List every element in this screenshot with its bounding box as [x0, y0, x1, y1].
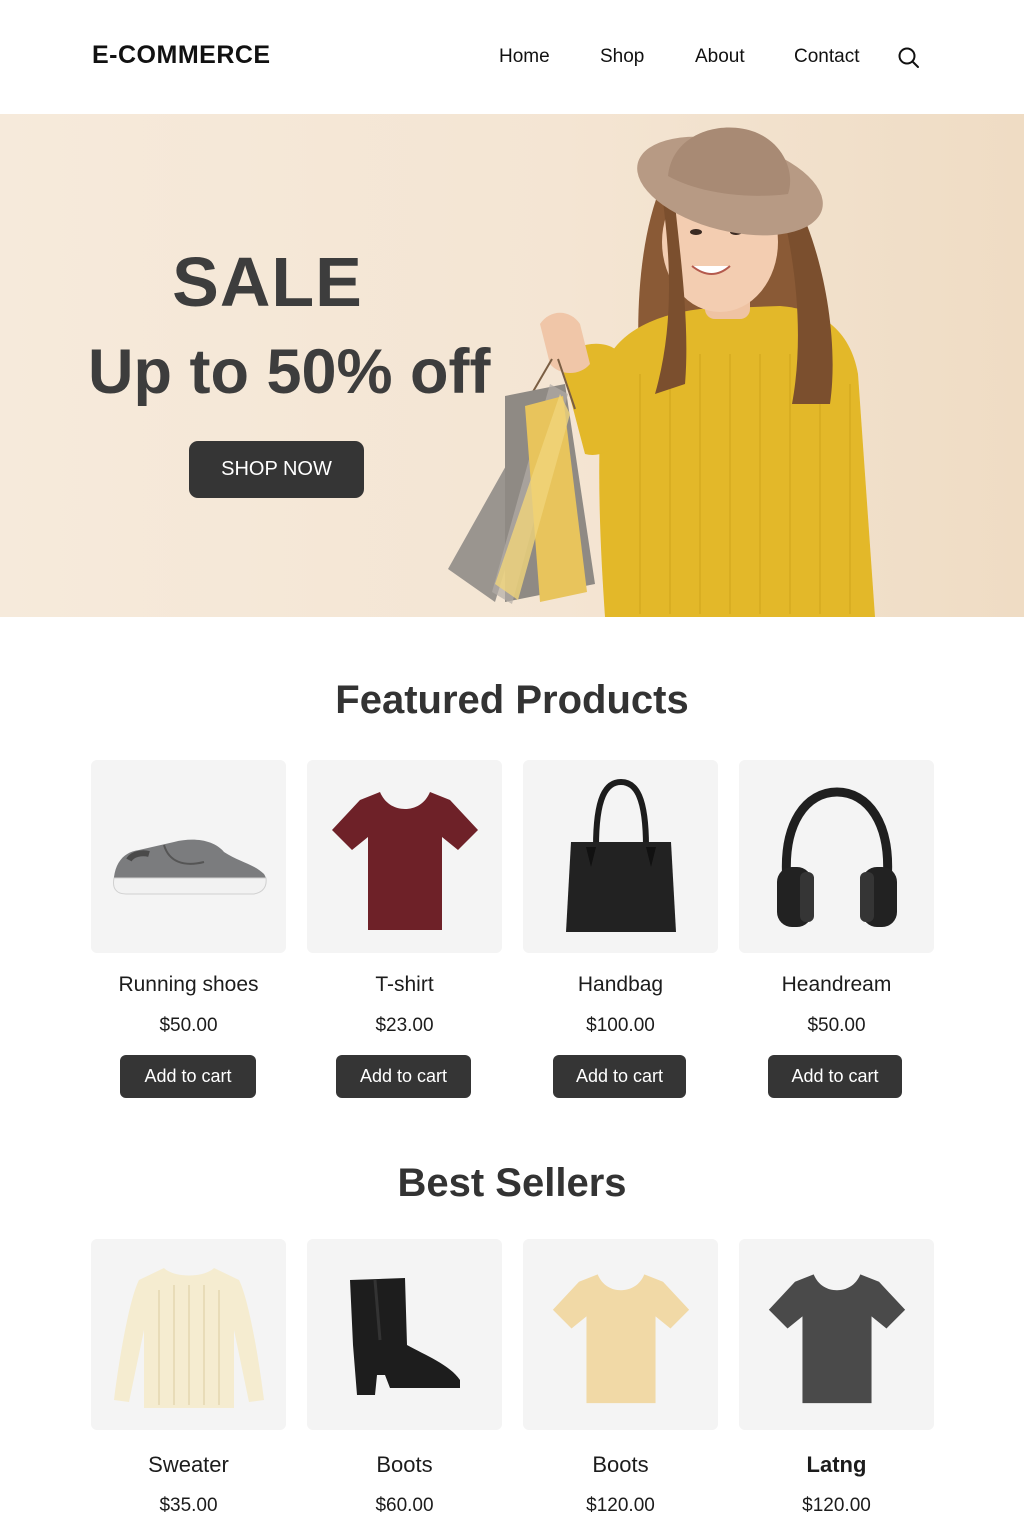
boot-icon — [349, 1277, 460, 1395]
product-image[interactable] — [91, 760, 286, 953]
nav-shop[interactable]: Shop — [600, 46, 644, 68]
product-card[interactable]: Latng $120.00 — [739, 1239, 934, 1516]
site-header: E-COMMERCE Home Shop About Contact — [0, 0, 1024, 114]
product-card[interactable]: Boots $60.00 — [307, 1239, 502, 1516]
featured-products-title: Featured Products — [335, 678, 689, 722]
best-sellers-title: Best Sellers — [397, 1161, 627, 1205]
product-card[interactable]: Sweater $35.00 — [91, 1239, 286, 1516]
product-image[interactable] — [91, 1239, 286, 1430]
product-name[interactable]: Latng — [739, 1452, 934, 1478]
tshirt-icon — [331, 791, 478, 930]
product-image[interactable] — [523, 1239, 718, 1430]
product-image[interactable] — [307, 760, 502, 953]
nav-about[interactable]: About — [695, 46, 745, 68]
product-name[interactable]: Running shoes — [91, 973, 286, 997]
sweater-icon — [113, 1267, 264, 1408]
product-price: $60.00 — [375, 1495, 434, 1516]
product-price: $120.00 — [802, 1495, 871, 1516]
product-price: $50.00 — [807, 1015, 866, 1036]
tshirt-icon — [552, 1273, 689, 1403]
product-image[interactable] — [523, 760, 718, 953]
nav-home[interactable]: Home — [499, 46, 550, 68]
tshirt-icon — [768, 1273, 905, 1403]
sneaker-icon — [112, 839, 267, 894]
product-name[interactable]: Sweater — [91, 1452, 286, 1478]
product-price: $23.00 — [375, 1015, 434, 1036]
hero-model-image — [448, 127, 875, 617]
product-price: $50.00 — [159, 1015, 218, 1036]
handbag-icon — [565, 778, 676, 932]
product-card[interactable]: Running shoes $50.00 Add to cart — [91, 760, 286, 1098]
headphones-icon — [776, 786, 897, 927]
hero-banner: SALE Up to 50% off SHOP NOW — [0, 114, 1024, 617]
product-card[interactable]: Boots $120.00 — [523, 1239, 718, 1516]
product-name[interactable]: Handbag — [523, 973, 718, 997]
product-price: $35.00 — [159, 1495, 218, 1516]
product-card[interactable]: T-shirt $23.00 Add to cart — [307, 760, 502, 1098]
shop-now-button[interactable]: SHOP NOW — [189, 441, 364, 498]
nav-contact[interactable]: Contact — [794, 46, 859, 68]
add-to-cart-button[interactable]: Add to cart — [336, 1055, 471, 1098]
main-nav: Home Shop About Contact — [0, 46, 1024, 72]
product-price: $100.00 — [586, 1015, 655, 1036]
product-image[interactable] — [739, 760, 934, 953]
product-card[interactable]: Heandream $50.00 Add to cart — [739, 760, 934, 1098]
add-to-cart-button[interactable]: Add to cart — [768, 1055, 902, 1098]
search-button[interactable] — [896, 45, 922, 71]
add-to-cart-button[interactable]: Add to cart — [553, 1055, 686, 1098]
product-name[interactable]: Boots — [523, 1452, 718, 1478]
product-name[interactable]: Heandream — [739, 973, 934, 997]
search-icon — [898, 47, 919, 68]
product-image[interactable] — [307, 1239, 502, 1430]
product-name[interactable]: T-shirt — [307, 973, 502, 997]
product-card[interactable]: Handbag $100.00 Add to cart — [523, 760, 718, 1098]
product-image[interactable] — [739, 1239, 934, 1430]
product-price: $120.00 — [586, 1495, 655, 1516]
add-to-cart-button[interactable]: Add to cart — [120, 1055, 256, 1098]
product-name[interactable]: Boots — [307, 1452, 502, 1478]
